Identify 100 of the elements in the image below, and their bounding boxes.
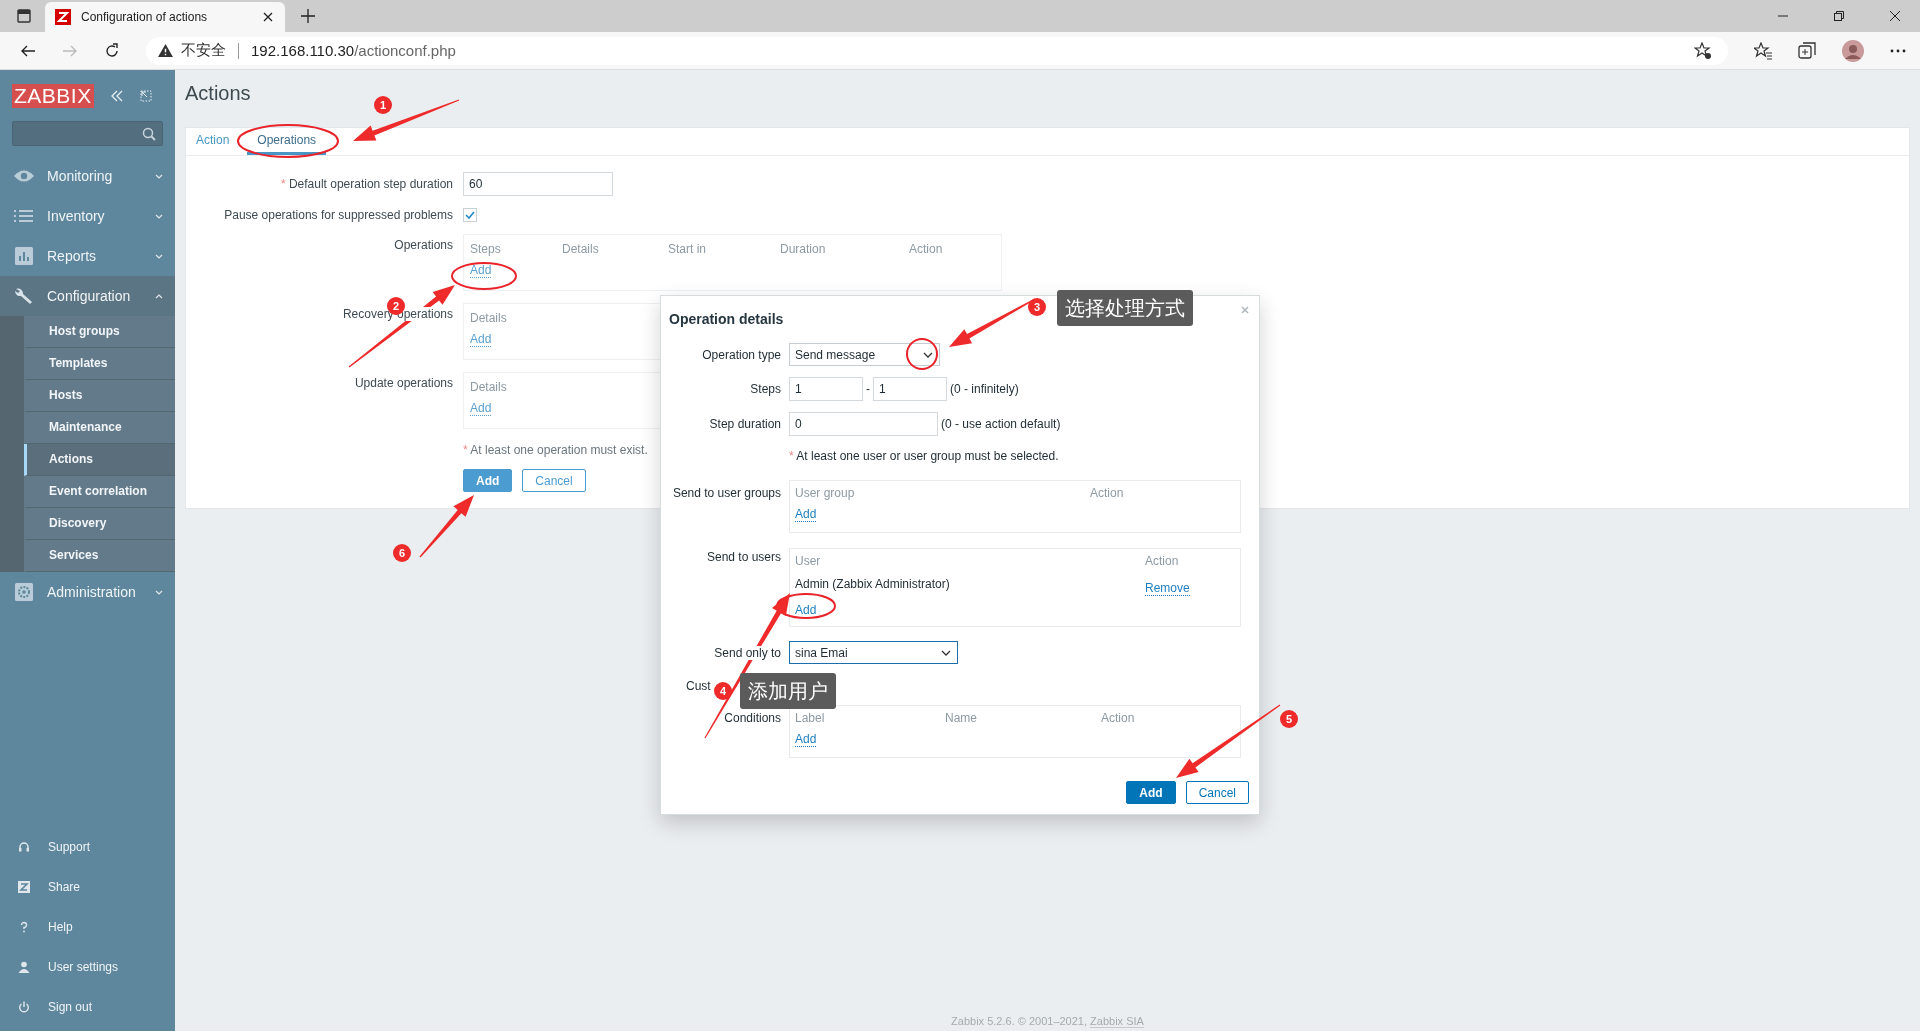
submenu-item[interactable]: Host groups [24,316,175,348]
reload-icon[interactable] [104,42,120,59]
gear-icon [13,583,35,601]
menu-item[interactable]: Monitoring [0,156,175,196]
cancel-button[interactable]: Cancel [1185,781,1249,804]
callout: 选择处理方式 [1057,290,1193,326]
add-link[interactable]: Add [470,402,492,416]
field-label: Conditions [723,710,781,725]
user-icon [18,961,30,973]
submenu-item[interactable]: Hosts [24,380,175,412]
favorites-icon[interactable] [1754,41,1772,60]
menu-item[interactable]: Inventory [0,196,175,236]
remove-link[interactable]: Remove [1145,582,1190,596]
chevron-icon [155,293,163,299]
field-label: Operation type [701,347,781,362]
add-link[interactable]: Add [795,508,817,522]
highlight-ellipse [906,338,938,370]
required-note: * At least one operation must exist. [463,442,648,457]
column-header: Details [470,380,507,394]
separator: - [866,382,870,396]
chevron-icon [155,213,163,219]
submenu-item[interactable]: Services [24,540,175,572]
chevron-icon [155,173,163,179]
cancel-button[interactable]: Cancel [522,469,586,492]
chevron-icon [923,351,933,358]
step-badge: 6 [393,544,411,562]
sidebar-link[interactable]: Support [0,827,175,867]
eye-icon [13,169,35,183]
field-hint: (0 - use action default) [941,417,1061,431]
restore-icon[interactable] [1834,11,1844,21]
operation-type-select[interactable]: Send message [789,343,940,366]
column-header: Details [470,311,507,325]
address-field[interactable]: 不安全 192.168.110.30/actionconf.php [146,36,1728,65]
collapse-icon[interactable] [109,90,124,102]
field-hint: (0 - infinitely) [950,382,1019,396]
chevron-icon [155,253,163,259]
page-title: Actions [185,81,251,106]
menu-item[interactable]: Configuration [0,276,175,316]
share-icon [18,881,30,893]
step-duration-input[interactable]: 60 [463,172,613,196]
required-note: * At least one user or user group must be selected. [789,448,1060,465]
dialog-title: Operation details [668,310,784,327]
headset-icon [18,841,30,853]
menu-item[interactable]: Administration [0,572,175,612]
warning-icon [158,44,173,57]
sidebar-link[interactable]: User settings [0,947,175,987]
highlight-ellipse [451,262,517,290]
column-header: Action [1101,711,1136,725]
submenu-item[interactable]: Templates [24,348,175,380]
step-duration-input[interactable]: 0 [789,412,938,436]
menu-item[interactable]: Reports [0,236,175,276]
field-label: Steps [749,382,781,396]
field-label: Step duration [708,417,781,431]
url-text: 192.168.110.30/actionconf.php [251,42,456,59]
zabbix-logo[interactable]: ZABBIX [12,84,94,108]
add-favorite-icon[interactable] [1694,41,1712,60]
column-header: Name [945,711,978,725]
submenu-item[interactable]: Event correlation [24,476,175,508]
close-icon[interactable] [1890,11,1900,21]
checkbox[interactable] [463,208,477,222]
add-link[interactable]: Add [470,333,492,347]
add-button[interactable]: Add [1126,781,1176,804]
column-header: Action [1145,554,1180,568]
field-label: Update operations [354,376,453,390]
close-icon[interactable] [263,12,273,22]
step-badge: 5 [1280,710,1298,728]
submenu-item[interactable]: Actions [24,444,175,476]
power-icon [18,1001,30,1013]
step-from-input[interactable]: 1 [789,377,863,401]
collections-icon[interactable] [1798,41,1816,60]
arrow [419,495,474,558]
search-icon[interactable] [142,126,156,141]
more-icon[interactable] [1890,48,1906,53]
new-tab-icon[interactable] [301,9,315,23]
add-link[interactable]: Add [795,604,817,618]
sidebar-link[interactable]: Help [0,907,175,947]
step-to-input[interactable]: 1 [873,377,947,401]
field-label: Pause operations for suppressed problems [223,208,453,222]
column-header: Label [795,711,826,725]
list-icon [13,209,35,223]
browser-tab[interactable]: Configuration of actions [45,2,285,32]
submenu-item[interactable]: Maintenance [24,412,175,444]
add-link[interactable]: Add [795,733,817,747]
tab[interactable]: Action [196,133,238,155]
send-only-to-select[interactable]: sina Emai [789,641,958,664]
add-link[interactable]: Add [470,264,492,278]
sidebar-link[interactable]: Sign out [0,987,175,1027]
column-header: User group [795,486,856,500]
add-button[interactable]: Add [463,469,513,492]
step-badge: 1 [374,96,392,114]
highlight-ellipse [776,593,836,619]
avatar-icon[interactable] [1842,39,1864,62]
tab[interactable]: Operations [247,133,327,155]
kiosk-icon[interactable] [139,90,152,102]
search-field[interactable] [12,121,163,146]
field-label: Send to users [705,549,781,564]
tab-actions-icon[interactable] [16,8,32,24]
field-label: Send only to [714,645,781,660]
sidebar-link[interactable]: Share [0,867,175,907]
submenu-item[interactable]: Discovery [24,508,175,540]
